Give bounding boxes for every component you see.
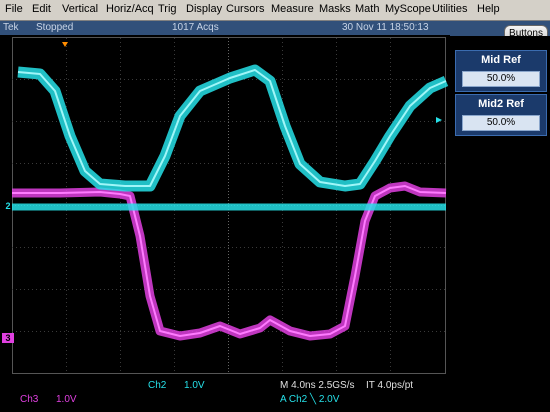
ch2-trace [12, 64, 449, 211]
ch2-ground-marker[interactable]: 2 [2, 201, 14, 211]
menu-masks[interactable]: Masks [319, 3, 351, 15]
menu-vertical[interactable]: Vertical [62, 3, 98, 15]
mid2-ref-control[interactable]: Mid2 Ref 50.0% [455, 94, 547, 136]
menu-cursors[interactable]: Cursors [226, 3, 265, 15]
side-panel [450, 36, 550, 412]
menu-horiz-acq[interactable]: Horiz/Acq [106, 3, 154, 15]
menu-myscope[interactable]: MyScope [385, 3, 431, 15]
interpolation-readout: IT 4.0ps/pt [366, 380, 414, 391]
ch3-scale-readout[interactable]: 1.0V [56, 394, 77, 405]
ch2-threshold-arrow [436, 117, 442, 123]
ch2-scale-readout[interactable]: 1.0V [184, 380, 205, 391]
status-bar: Tek Stopped 1017 Acqs 30 Nov 11 18:50:13 [0, 21, 450, 35]
timebase-readout[interactable]: M 4.0ns 2.5GS/s [280, 380, 354, 391]
menu-utilities[interactable]: Utilities [432, 3, 467, 15]
menu-file[interactable]: File [5, 3, 23, 15]
menu-display[interactable]: Display [186, 3, 222, 15]
date-time: 30 Nov 11 18:50:13 [342, 22, 429, 33]
waveform-display [0, 36, 450, 386]
menu-help[interactable]: Help [477, 3, 500, 15]
mid2-ref-label: Mid2 Ref [478, 98, 524, 110]
menu-edit[interactable]: Edit [32, 3, 51, 15]
menu-bar: File Edit Vertical Horiz/Acq Trig Displa… [0, 0, 550, 21]
trigger-position-marker [62, 42, 68, 47]
mid-ref-control[interactable]: Mid Ref 50.0% [455, 50, 547, 92]
graticule-and-traces [12, 37, 449, 374]
acquisition-state: Stopped [36, 22, 74, 33]
trigger-readout[interactable]: A Ch2 ╲ 2.0V [280, 394, 339, 405]
mid-ref-value[interactable]: 50.0% [462, 71, 540, 87]
acquisition-count: 1017 Acqs [172, 22, 219, 33]
ch2-name-readout[interactable]: Ch2 [148, 380, 166, 391]
brand-label: Tek [3, 22, 19, 33]
ch3-ground-marker[interactable]: 3 [2, 333, 14, 343]
menu-math[interactable]: Math [355, 3, 379, 15]
menu-trig[interactable]: Trig [158, 3, 177, 15]
menu-measure[interactable]: Measure [271, 3, 314, 15]
ch3-name-readout[interactable]: Ch3 [20, 394, 38, 405]
mid2-ref-value[interactable]: 50.0% [462, 115, 540, 131]
mid-ref-label: Mid Ref [481, 54, 521, 66]
